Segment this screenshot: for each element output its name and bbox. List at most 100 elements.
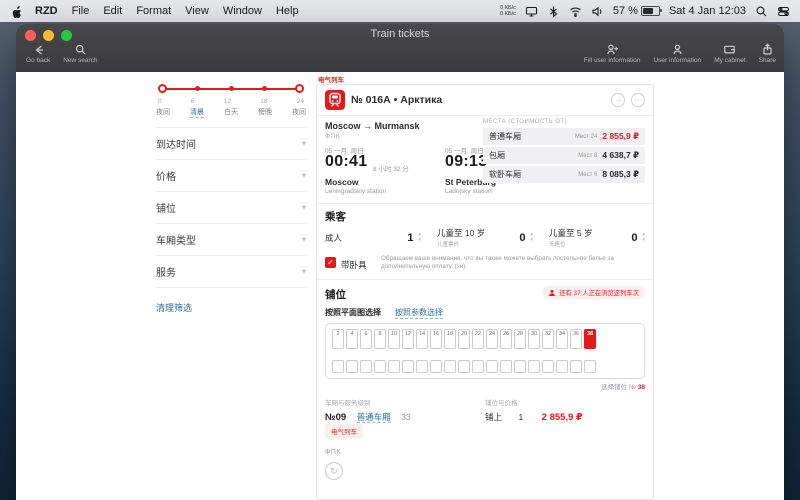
departure-time-slider[interactable] xyxy=(160,84,302,94)
refresh-icon[interactable]: ↻ xyxy=(325,462,343,480)
stepper-down-icon[interactable]: ▾ xyxy=(418,238,421,244)
car-class-link[interactable]: 普通车厢 xyxy=(357,412,391,423)
chevron-down-icon: ▾ xyxy=(302,139,306,148)
side-berth[interactable] xyxy=(486,360,498,373)
filter-section-3[interactable]: 车厢类型▾ xyxy=(156,224,306,256)
side-berth[interactable] xyxy=(402,360,414,373)
passenger-type-label: 儿童至 10 岁 xyxy=(437,227,485,239)
seat-4[interactable]: 4 xyxy=(346,329,358,349)
seat-18[interactable]: 18 xyxy=(444,329,456,349)
seat-34[interactable]: 34 xyxy=(556,329,568,349)
bedding-checkbox[interactable]: ✓ xyxy=(325,257,336,268)
menu-format[interactable]: Format xyxy=(136,5,171,17)
route-link[interactable]: Moscow → Murmansk xyxy=(325,121,420,131)
seat-class-row[interactable]: 普通车厢Мест 242 855,9 ₽ xyxy=(483,128,645,145)
toolbar-label: Share xyxy=(759,57,776,64)
more-options-icon[interactable]: ⋯ xyxy=(631,93,645,107)
side-berth[interactable] xyxy=(556,360,568,373)
side-berth[interactable] xyxy=(332,360,344,373)
seat-10[interactable]: 10 xyxy=(388,329,400,349)
seat-28[interactable]: 28 xyxy=(514,329,526,349)
my-cabinet-button[interactable]: My cabinet xyxy=(714,43,745,64)
seat-12[interactable]: 12 xyxy=(402,329,414,349)
stepper-down-icon[interactable]: ▾ xyxy=(642,238,645,244)
apple-menu-icon[interactable] xyxy=(10,5,23,18)
slider-period-label[interactable]: 傍晚 xyxy=(258,107,272,118)
filter-section-4[interactable]: 服务▾ xyxy=(156,256,306,288)
seat-6[interactable]: 6 xyxy=(360,329,372,349)
battery-indicator[interactable]: 57 % xyxy=(613,5,660,17)
network-speed-indicator[interactable]: 0 КБ/с 0 КБ/с xyxy=(500,5,516,18)
side-berth[interactable] xyxy=(430,360,442,373)
menu-view[interactable]: View xyxy=(185,5,209,17)
bluetooth-icon[interactable] xyxy=(547,5,560,18)
side-berth[interactable] xyxy=(388,360,400,373)
side-berth[interactable] xyxy=(514,360,526,373)
route-icon[interactable]: → xyxy=(611,93,625,107)
menu-help[interactable]: Help xyxy=(276,5,299,17)
seat-class-row[interactable]: 包厢Мест 84 638,7 ₽ xyxy=(483,147,645,164)
app-window: Train tickets Go backNew search Fill use… xyxy=(16,24,784,500)
display-icon[interactable] xyxy=(525,5,538,18)
seat-14[interactable]: 14 xyxy=(416,329,428,349)
control-center-icon[interactable] xyxy=(777,5,790,18)
slider-handle[interactable] xyxy=(295,84,304,93)
filter-section-0[interactable]: 到达时间▾ xyxy=(156,127,306,160)
slider-handle[interactable] xyxy=(229,86,234,91)
seat-class-row[interactable]: 软卧车厢Мест 68 085,3 ₽ xyxy=(483,166,645,183)
wallet-icon xyxy=(723,43,736,56)
seat-36[interactable]: 36 xyxy=(570,329,582,349)
volume-icon[interactable] xyxy=(591,5,604,18)
slider-period-label[interactable]: 清晨 xyxy=(190,107,204,118)
side-berth[interactable] xyxy=(500,360,512,373)
slider-handle[interactable] xyxy=(195,86,200,91)
filter-section-1[interactable]: 价格▾ xyxy=(156,160,306,192)
menu-window[interactable]: Window xyxy=(223,5,262,17)
seat-32[interactable]: 32 xyxy=(542,329,554,349)
seat-2[interactable]: 2 xyxy=(332,329,344,349)
slider-period-label[interactable]: 夜间 xyxy=(292,107,306,118)
tab-params-select[interactable]: 按照参数选择 xyxy=(395,307,443,319)
side-berth[interactable] xyxy=(542,360,554,373)
slider-handle[interactable] xyxy=(262,86,267,91)
menu-edit[interactable]: Edit xyxy=(103,5,122,17)
clear-filters-link[interactable]: 清理筛选 xyxy=(156,301,192,314)
fill-user-information-button[interactable]: Fill user information xyxy=(584,43,641,64)
wifi-icon[interactable] xyxy=(569,5,582,18)
menu-file[interactable]: File xyxy=(72,5,90,17)
seat-16[interactable]: 16 xyxy=(430,329,442,349)
side-berth[interactable] xyxy=(570,360,582,373)
seat-8[interactable]: 8 xyxy=(374,329,386,349)
passenger-labels: 儿童至 5 岁无座位 xyxy=(549,227,592,248)
seat-38[interactable]: 38 xyxy=(584,329,596,349)
app-menu-name[interactable]: RZD xyxy=(35,5,58,17)
seat-20[interactable]: 20 xyxy=(458,329,470,349)
side-berth[interactable] xyxy=(584,360,596,373)
side-berth[interactable] xyxy=(472,360,484,373)
spotlight-search-icon[interactable] xyxy=(755,5,768,18)
user-information-button[interactable]: User information xyxy=(654,43,702,64)
new-search-button[interactable]: New search xyxy=(63,43,97,64)
side-berth[interactable] xyxy=(528,360,540,373)
side-berth[interactable] xyxy=(346,360,358,373)
go-back-button[interactable]: Go back xyxy=(26,43,50,64)
share-button[interactable]: Share xyxy=(759,43,776,64)
filter-section-2[interactable]: 铺位▾ xyxy=(156,192,306,224)
slider-period-label[interactable]: 白天 xyxy=(224,107,238,118)
menu-bar-clock[interactable]: Sat 4 Jan 12:03 xyxy=(669,5,746,17)
side-berth[interactable] xyxy=(416,360,428,373)
tab-scheme-select[interactable]: 按照平面图选择 xyxy=(325,307,381,319)
departure-time: 00:41 xyxy=(325,153,367,171)
seat-30[interactable]: 30 xyxy=(528,329,540,349)
side-berth[interactable] xyxy=(458,360,470,373)
side-berth[interactable] xyxy=(444,360,456,373)
seat-24[interactable]: 24 xyxy=(486,329,498,349)
trip-duration: 8 小时 32 分 xyxy=(373,163,409,173)
side-berth[interactable] xyxy=(360,360,372,373)
slider-period-label[interactable]: 夜间 xyxy=(156,107,170,118)
side-berth[interactable] xyxy=(374,360,386,373)
slider-handle[interactable] xyxy=(158,84,167,93)
stepper-down-icon[interactable]: ▾ xyxy=(530,238,533,244)
seat-26[interactable]: 26 xyxy=(500,329,512,349)
seat-22[interactable]: 22 xyxy=(472,329,484,349)
